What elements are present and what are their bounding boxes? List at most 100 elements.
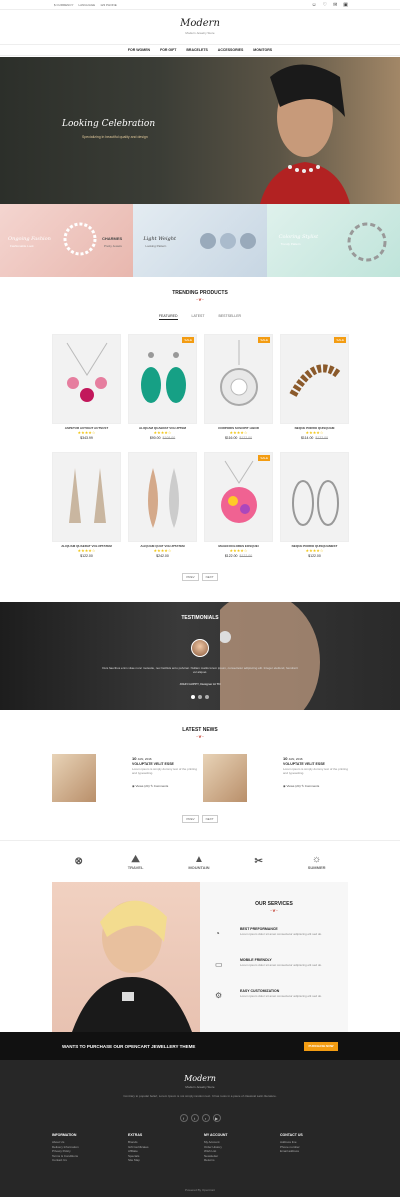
brand-logo[interactable]: ☼ SUMMER <box>308 854 326 870</box>
news-date: 10 JAN, 2016 <box>132 756 152 761</box>
product-image[interactable] <box>52 334 121 424</box>
brand-logo[interactable]: ✂ <box>254 856 262 867</box>
product-image[interactable]: SALE <box>128 334 197 424</box>
product-price: $122.00 $122.00 <box>224 554 253 558</box>
youtube-icon[interactable]: ▶ <box>212 1114 221 1122</box>
product-image[interactable]: SALE <box>204 452 273 542</box>
footer-link[interactable]: Site Map <box>128 1158 198 1163</box>
badge-icon: ✂ <box>254 856 263 867</box>
product-image[interactable] <box>128 452 197 542</box>
banner-ongoing-fashion[interactable]: Ongoing Fashion Fashionable Look CHARMES… <box>0 204 134 277</box>
footer-logo-subtitle: Modern Jewelry Store <box>185 1085 215 1089</box>
service-item: ⚙ EASY CUSTOMIZATION Lorem ipsum dolor s… <box>215 989 340 1009</box>
header: Modern Modern Jewelry Store <box>0 10 400 44</box>
logo[interactable]: Modern <box>0 18 400 29</box>
product-image[interactable] <box>280 452 349 542</box>
footer-heading: INFORMATION <box>52 1133 77 1137</box>
mail-icon[interactable]: ✉ <box>333 2 337 8</box>
footer-link[interactable]: Returns <box>204 1158 274 1163</box>
carousel-dots <box>0 695 400 699</box>
currency-selector[interactable]: $ CURRENCY <box>54 3 74 7</box>
services-title: OUR SERVICES <box>255 901 293 907</box>
mountain-icon: ▲ <box>193 853 204 865</box>
prev-button[interactable]: PREV <box>182 815 199 823</box>
comment-icon: ✎ <box>301 784 304 788</box>
sun-icon: ☼ <box>312 853 322 865</box>
testimonials-title: TESTIMONIALS <box>181 615 219 621</box>
brand-logo[interactable]: ▲ MOUNTAIN <box>188 854 209 870</box>
prev-button[interactable]: PREV <box>182 573 199 581</box>
footer-logo[interactable]: Modern <box>0 1074 400 1083</box>
footer-column-my-account: MY ACCOUNT My Account Order History Wish… <box>204 1133 274 1163</box>
news-title[interactable]: VOLUPTATE VELIT ESSE <box>283 762 325 766</box>
product-card[interactable]: SALE CORPORIS SUSCIPIT LIBOR ★★★★☆ $116.… <box>204 334 273 440</box>
product-card[interactable]: ALIQUAM QUAT VOLUPTATEM ★★★★☆ $242.00 <box>128 452 197 558</box>
section-title: LATEST NEWS <box>182 727 218 733</box>
latest-news: LATEST NEWS ~❦~ 10 JAN, 2016 VOLUPTATE V… <box>0 710 400 840</box>
rss-icon[interactable]: r <box>201 1114 210 1122</box>
carousel-dot[interactable] <box>198 695 202 699</box>
news-image[interactable] <box>52 754 96 802</box>
product-card[interactable]: SALE NEQUE PORRO QUISQUAM ★★★★☆ $114.00 $… <box>280 334 349 440</box>
rating-stars: ★★★★☆ <box>305 548 324 553</box>
sale-badge: SALE <box>182 337 194 343</box>
product-card[interactable]: NEQUE PORRO QUISQUAMEST ★★★★☆ $122.00 <box>280 452 349 558</box>
tab-latest[interactable]: LATEST <box>192 314 205 320</box>
cart-icon[interactable]: ▣ <box>343 2 348 8</box>
banner-title: CHARMES <box>102 236 123 241</box>
banner-subtitle: Pretty Jewels <box>104 244 122 248</box>
product-price: $122.00 <box>80 554 93 558</box>
cta-text: WANTS TO PURCHASE OUR OPENCART JEWELLERY… <box>62 1044 196 1049</box>
comment-icon: ✎ <box>150 784 153 788</box>
banner-coloring-stylist[interactable]: Coloring Stylist Trendy Pattern <box>266 204 400 277</box>
nav-item-for-women[interactable]: FOR WOMEN <box>128 48 150 52</box>
language-selector[interactable]: LANGUAGE <box>79 3 96 7</box>
promo-banners: Ongoing Fashion Fashionable Look CHARMES… <box>0 204 400 277</box>
product-card[interactable]: SALE ALIQUAM QUAERAT VOLUPTEM ★★★★☆ $90.… <box>128 334 197 440</box>
brand-logo[interactable]: ⛰ TRAVEL <box>128 854 144 870</box>
news-image[interactable] <box>203 754 247 802</box>
product-image[interactable]: SALE <box>280 334 349 424</box>
brand-logos: ⊗ ⛰ TRAVEL ▲ MOUNTAIN ✂ ☼ SUMMER <box>0 840 400 882</box>
footer-link[interactable]: Contact Us <box>52 1158 122 1163</box>
brand-logo[interactable]: ⊗ <box>74 856 82 867</box>
product-image[interactable]: SALE <box>204 334 273 424</box>
hero-banner[interactable]: Looking Celebration Specializing in beau… <box>0 57 400 204</box>
news-title[interactable]: VOLUPTATE VELIT ESSE <box>132 762 174 766</box>
product-card[interactable]: ALIQUAM QUAERAT VOLUPTATEM ★★★★☆ $122.00 <box>52 452 121 558</box>
news-item[interactable]: 10 JAN, 2016 VOLUPTATE VELIT ESSE Lorem … <box>52 754 200 802</box>
testimonial-text: Duis faucibus enim vitae nunc molestie, … <box>102 666 298 675</box>
hero-title: Looking Celebration <box>62 119 156 129</box>
next-button[interactable]: NEXT <box>201 815 218 823</box>
nav-item-for-gift[interactable]: FOR GIFT <box>160 48 176 52</box>
purchase-button[interactable]: PURCHASE NOW <box>304 1042 338 1051</box>
banner-light-weight[interactable]: Light Weight Looking Pattern <box>133 204 267 277</box>
news-item[interactable]: 10 JAN, 2016 VOLUPTATE VELIT ESSE Lorem … <box>203 754 351 802</box>
carousel-dot[interactable] <box>205 695 209 699</box>
footer-heading: EXTRAS <box>128 1133 143 1137</box>
product-image[interactable] <box>52 452 121 542</box>
tab-bestseller[interactable]: BESTSELLER <box>219 314 242 320</box>
nav-item-monitors[interactable]: MONITORS <box>253 48 272 52</box>
tab-featured[interactable]: FEATURED <box>158 314 178 320</box>
twitter-icon[interactable]: t <box>190 1114 199 1122</box>
rating-stars: ★★★★☆ <box>229 430 248 435</box>
facebook-icon[interactable]: f <box>179 1114 188 1122</box>
banner-subtitle: Fashionable Look <box>10 244 34 248</box>
next-button[interactable]: NEXT <box>201 573 218 581</box>
footer-link[interactable]: Email address <box>280 1149 350 1154</box>
news-meta: ◉ Views (24) ✎ Comments <box>132 784 169 788</box>
product-card[interactable]: SALE MAGNI DOLORES EOSQUEI ★★★★☆ $122.00… <box>204 452 273 558</box>
trending-products: TRENDING PRODUCTS ~❦~ FEATURED LATEST BE… <box>0 277 400 602</box>
flower-bracelet-icon <box>200 233 257 249</box>
user-icon[interactable]: ☺ <box>311 2 316 8</box>
product-card[interactable]: ASPETUR AUTOGIT AUTSUST ★★★★☆ $343.99 <box>52 334 121 440</box>
bracelet-icon <box>63 222 97 256</box>
heart-icon[interactable]: ♡ <box>323 2 327 8</box>
ornament-icon: ~❦~ <box>269 908 279 913</box>
carousel-dot[interactable] <box>191 695 195 699</box>
news-meta: ◉ Views (24) ✎ Comments <box>283 784 320 788</box>
product-tabs: FEATURED LATEST BESTSELLER <box>0 314 400 320</box>
nav-item-accessories[interactable]: ACCESSORIES <box>218 48 243 52</box>
nav-item-bracelets[interactable]: BRACELETS <box>186 48 207 52</box>
